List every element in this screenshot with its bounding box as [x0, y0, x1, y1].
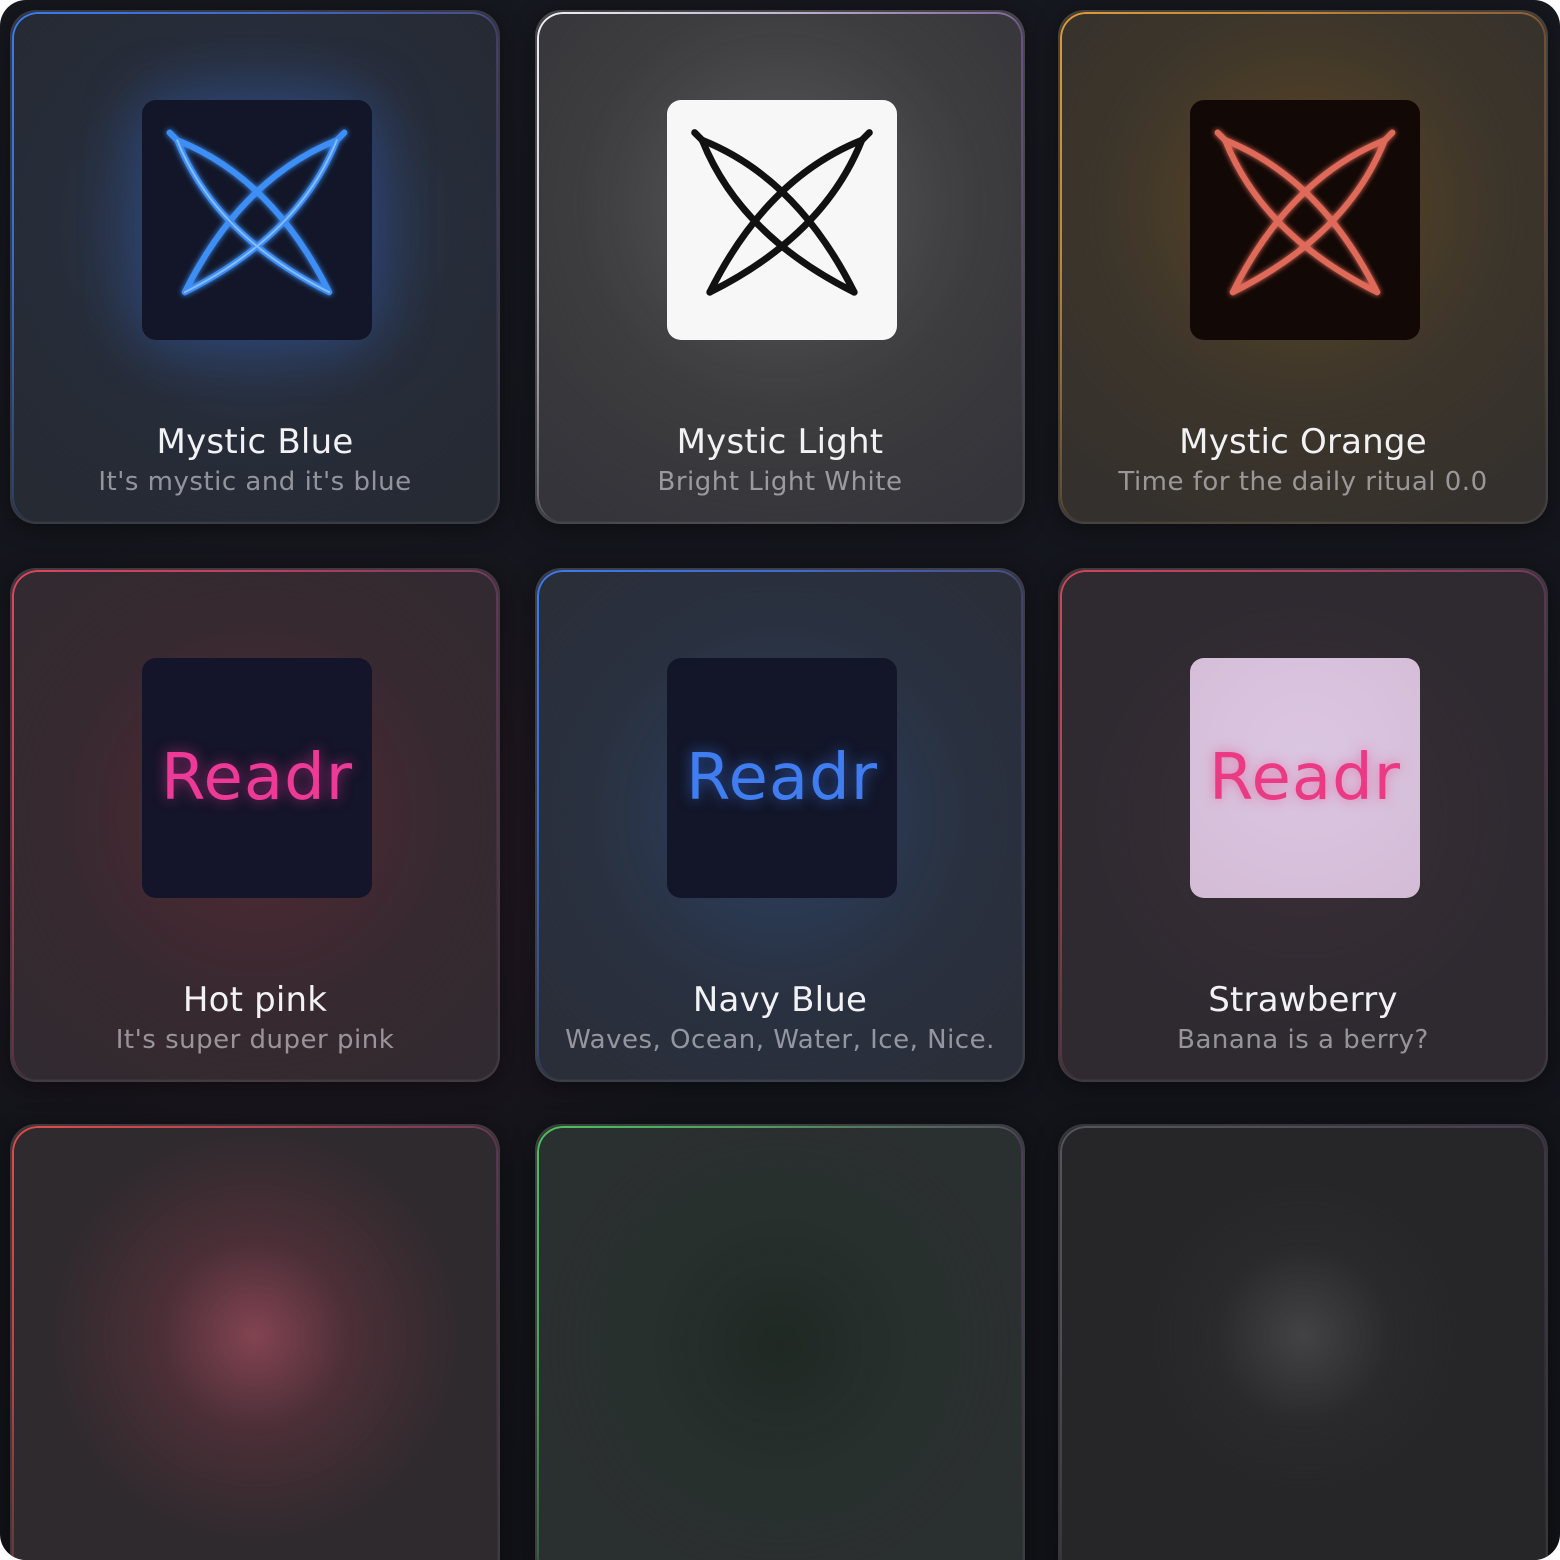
- theme-title: Mystic Light: [676, 422, 884, 462]
- theme-description: Time for the daily ritual 0.0: [1118, 467, 1488, 497]
- theme-card-navy-blue[interactable]: Readr Navy Blue Waves, Ocean, Water, Ice…: [535, 568, 1025, 1082]
- theme-card-red[interactable]: [10, 1124, 500, 1560]
- readr-logo: Readr: [685, 741, 879, 815]
- theme-preview-tile: [142, 100, 372, 340]
- mystic-star-icon: [691, 129, 873, 296]
- theme-card-gray[interactable]: [1058, 1124, 1548, 1560]
- mystic-star-icon: [166, 129, 348, 296]
- theme-title: Strawberry: [1208, 980, 1398, 1020]
- theme-description: It's super duper pink: [115, 1025, 395, 1055]
- theme-description: Waves, Ocean, Water, Ice, Nice.: [565, 1025, 995, 1055]
- theme-picker-window: Mystic Blue It's mystic and it's blue My…: [0, 0, 1560, 1560]
- theme-card-mystic-blue[interactable]: Mystic Blue It's mystic and it's blue: [10, 10, 500, 524]
- readr-logo: Readr: [1208, 741, 1402, 815]
- theme-description: Banana is a berry?: [1177, 1025, 1429, 1055]
- theme-preview-tile: [667, 100, 897, 340]
- theme-card-mystic-orange[interactable]: Mystic Orange Time for the daily ritual …: [1058, 10, 1548, 524]
- theme-title: Navy Blue: [692, 980, 868, 1020]
- theme-card-green[interactable]: [535, 1124, 1025, 1560]
- readr-logo: Readr: [160, 741, 354, 815]
- theme-preview-tile: Readr: [667, 658, 897, 898]
- theme-preview-tile: Readr: [1190, 658, 1420, 898]
- theme-preview-tile: [1190, 100, 1420, 340]
- mystic-star-icon: [1214, 129, 1396, 296]
- theme-title: Mystic Blue: [156, 422, 354, 462]
- theme-card-hot-pink[interactable]: Readr Hot pink It's super duper pink: [10, 568, 500, 1082]
- theme-description: It's mystic and it's blue: [98, 467, 412, 497]
- theme-preview-tile: Readr: [142, 658, 372, 898]
- theme-description: Bright Light White: [657, 467, 903, 497]
- theme-card-strawberry[interactable]: Readr Strawberry Banana is a berry?: [1058, 568, 1548, 1082]
- theme-title: Mystic Orange: [1179, 422, 1427, 462]
- theme-card-mystic-light[interactable]: Mystic Light Bright Light White: [535, 10, 1025, 524]
- theme-title: Hot pink: [182, 980, 328, 1020]
